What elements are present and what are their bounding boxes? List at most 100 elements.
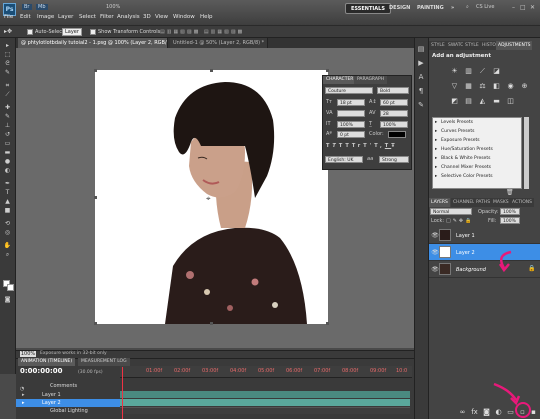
link-layers-icon[interactable]: ∞ [458,408,467,417]
new-adjustment-icon[interactable]: ◐ [494,408,503,417]
preset-hue-saturation[interactable]: ▸ Hue/Saturation Presets [434,146,514,153]
zoom-level[interactable]: 100% [106,4,120,10]
kerning-field[interactable] [337,110,365,117]
transform-center-icon[interactable]: ⌖ [206,194,211,204]
tab-document-2[interactable]: Untitled-1 @ 50% (Layer 2, RGB/8) * [170,38,268,48]
actions-icon[interactable]: ▶ [416,58,426,68]
track-comments[interactable]: Comments [16,382,120,390]
black-white-icon[interactable]: ◧ [493,83,500,90]
tab-measurement-log[interactable]: MEASUREMENT LOG [78,358,130,366]
language-dropdown[interactable]: English: UK [325,156,363,163]
auto-select-dropdown[interactable]: Layer [62,28,82,36]
close-icon[interactable]: ✕ [530,4,535,11]
add-mask-icon[interactable]: ◙ [482,408,491,417]
menu-layer[interactable]: Layer [58,14,73,20]
transform-handle[interactable] [210,69,213,72]
eraser-icon[interactable]: ▭ [3,140,12,147]
gradient-icon[interactable]: ▬ [3,149,12,156]
type-icon[interactable]: T [3,189,12,196]
tracking-field[interactable]: 28 [380,110,408,117]
shape-icon[interactable]: ■ [3,207,12,214]
layer-1-duration-bar[interactable] [120,391,410,398]
brightness-contrast-icon[interactable]: ☀ [451,68,458,75]
auto-select-checkbox[interactable] [27,29,33,35]
new-layer-icon[interactable]: ▫ [518,408,527,417]
levels-icon[interactable]: ▥ [465,68,472,75]
menu-select[interactable]: Select [79,14,96,20]
lasso-icon[interactable]: ᘓ [3,60,12,67]
blend-mode-dropdown[interactable]: Normal [430,208,472,215]
font-size-field[interactable]: 18 pt [337,99,365,106]
transform-handle[interactable] [326,69,329,72]
transform-handle[interactable] [94,196,97,199]
menu-view[interactable]: View [155,14,168,20]
preset-selective-color[interactable]: ▸ Selective Color Presets [434,173,514,180]
photo-filter-icon[interactable]: ◉ [507,83,514,90]
move-icon[interactable]: ▸ [3,42,12,49]
menu-help[interactable]: Help [200,14,213,20]
character-icon[interactable]: A [416,72,426,82]
layer-2-duration-bar[interactable] [120,399,410,406]
bridge-button[interactable]: Br [22,4,32,10]
move-tool-icon[interactable]: ▸✥ [4,28,12,35]
font-family-dropdown[interactable]: Couture [325,87,373,94]
horizontal-scale-field[interactable]: 100% [380,121,408,128]
track-global-lighting[interactable]: Global Lighting [16,407,120,415]
curves-icon[interactable]: ⟋ [479,68,486,75]
font-style-dropdown[interactable]: Bold [377,87,409,94]
opacity-field[interactable]: 100% [500,208,520,215]
tab-paragraph[interactable]: PARAGRAPH [354,76,388,84]
invert-icon[interactable]: ◩ [451,98,458,105]
preset-channel-mixer[interactable]: ▸ Channel Mixer Presets [434,164,514,171]
track-layer-1[interactable]: Layer 1 [16,391,120,399]
3d-orbit-icon[interactable]: ◎ [3,229,12,236]
delete-icon[interactable]: 🗑 [506,189,514,196]
show-transform-checkbox[interactable] [90,29,96,35]
tab-character[interactable]: CHARACTER [323,76,357,84]
global-lighting-bar[interactable] [120,407,410,414]
tab-adjustments[interactable]: ADJUSTMENTS [496,41,533,50]
strikethrough-button[interactable]: Ŧ [391,143,397,149]
selective-color-icon[interactable]: ◫ [507,98,514,105]
paragraph-icon[interactable]: ¶ [416,86,426,96]
eyedropper-icon[interactable]: ⟋ [3,91,12,98]
current-timecode[interactable]: 0:00:00:00 [20,367,63,375]
tab-layers[interactable]: LAYERS [429,198,450,207]
visibility-eye-icon[interactable]: 👁 [431,249,439,257]
healing-brush-icon[interactable]: ✚ [3,104,12,111]
hand-icon[interactable]: ✋ [3,242,12,249]
align-icons[interactable]: ▤▥▦▧▨▩ ▤▥▦▧▨▩ [160,28,244,36]
3d-rotate-icon[interactable]: ⟲ [3,220,12,227]
mini-bridge-button[interactable]: Mb [36,4,48,10]
preset-black-white[interactable]: ▸ Black & White Presets [434,155,514,162]
workspace-more[interactable]: » [446,3,459,14]
tab-styles[interactable]: STYLE [429,41,447,50]
workspace-painting[interactable]: PAINTING [412,3,449,14]
track-layer-2[interactable]: Layer 2 [16,399,120,407]
new-group-icon[interactable]: ▭ [506,408,515,417]
delete-layer-icon[interactable]: ▪ [529,408,538,417]
history-brush-icon[interactable]: ↺ [3,131,12,138]
layer-name[interactable]: Background [456,267,486,273]
menu-window[interactable]: Window [173,14,195,20]
crop-icon[interactable]: ⌗ [3,82,12,89]
visibility-eye-icon[interactable]: 👁 [431,266,439,274]
text-color-swatch[interactable] [388,131,406,138]
status-text[interactable]: Exposure works in 32-bit only [40,351,107,356]
tab-actions[interactable]: ACTIONS [510,198,534,207]
path-selection-icon[interactable]: ▲ [3,198,12,205]
tab-channels[interactable]: CHANNEL [451,198,477,207]
menu-edit[interactable]: Edit [20,14,31,20]
workspace-design[interactable]: DESIGN [384,3,415,14]
transform-handle[interactable] [210,322,213,325]
transform-handle[interactable] [94,322,97,325]
zoom-icon[interactable]: ⌕ [3,251,12,258]
menu-3d[interactable]: 3D [143,14,151,20]
anti-alias-dropdown[interactable]: Strong [379,156,409,163]
menu-filter[interactable]: Filter [100,14,114,20]
background-color-swatch[interactable] [7,284,14,291]
cs-live-button[interactable]: CS Live [476,4,494,10]
tab-animation-timeline[interactable]: ANIMATION (TIMELINE) [18,358,76,366]
expand-arrow-icon[interactable]: ▸ [22,392,25,398]
threshold-icon[interactable]: ◭ [479,98,486,105]
